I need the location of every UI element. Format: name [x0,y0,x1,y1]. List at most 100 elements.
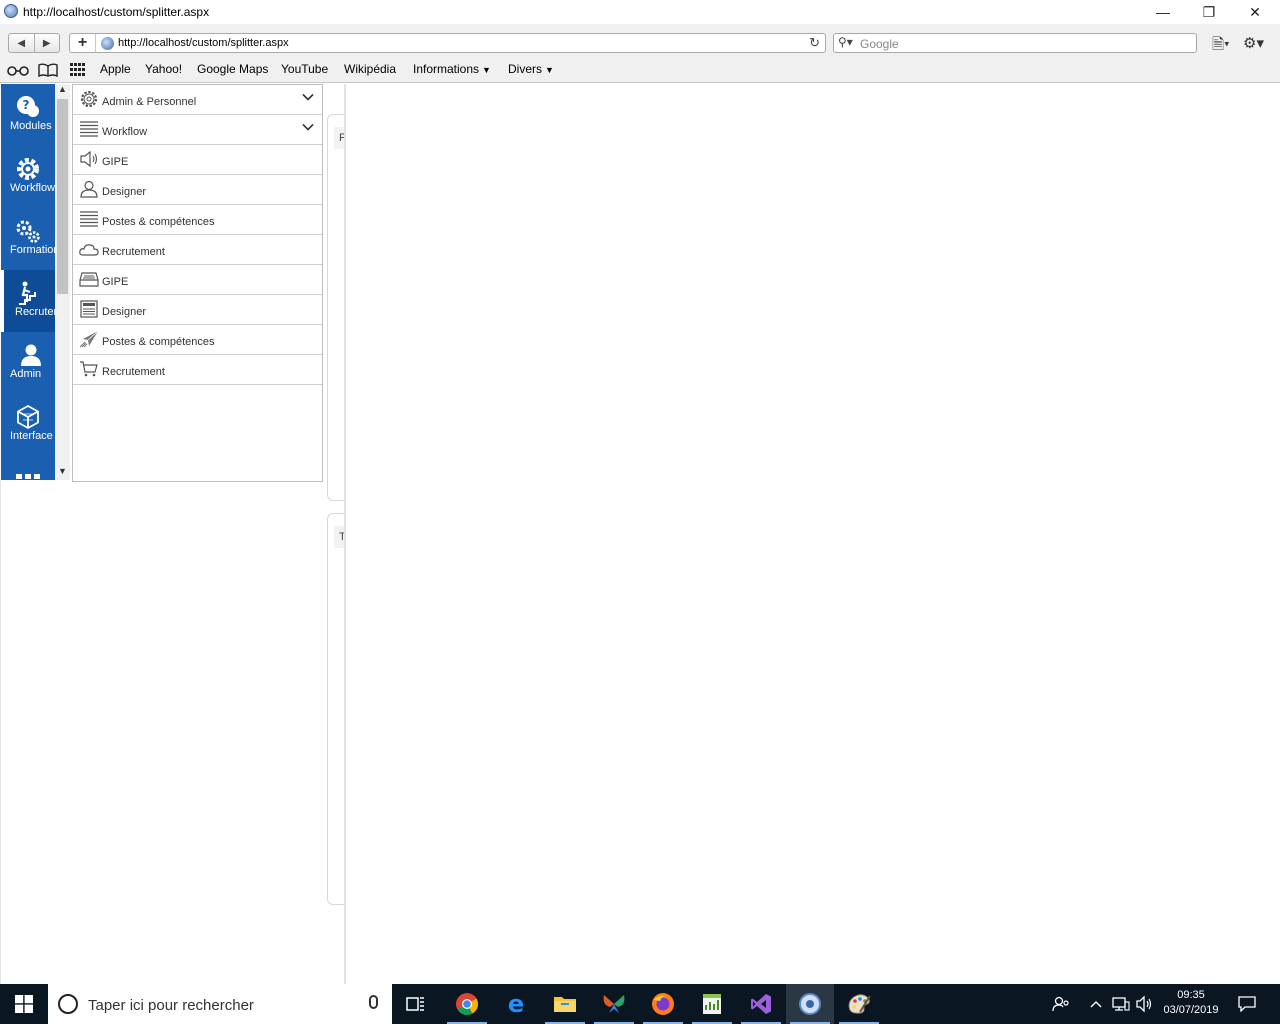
app-butterfly-icon[interactable] [590,984,638,1024]
cogs-icon [15,218,41,244]
module-label: Formation [10,244,55,256]
clock-date: 03/07/2019 [1163,1004,1219,1016]
splitter-bar[interactable] [344,84,346,984]
menu-item-postes-competences-2[interactable]: Postes & compétences [73,325,322,355]
new-tab-button[interactable]: + [70,34,96,52]
collapsed-panel-bottom[interactable]: T [327,513,346,905]
minimize-button[interactable]: — [1140,0,1186,24]
module-label: Modules [10,120,52,132]
search-engine-icon[interactable]: ⚲▾ [838,35,853,49]
browser-window: http://localhost/custom/splitter.aspx — … [0,0,1280,1024]
bookmark-apple[interactable]: Apple [100,62,131,76]
page-menu-button[interactable]: 🗎▾ [1212,34,1230,59]
file-explorer-icon[interactable] [541,984,589,1024]
edge-icon[interactable]: e [492,984,540,1024]
taskbar-search-input[interactable]: Taper ici pour rechercher [88,997,254,1014]
menu-item-designer[interactable]: Designer [73,175,322,205]
module-sidebar-scrollbar[interactable]: ▲ ▼ [55,84,70,480]
bookmark-folder-divers[interactable]: Divers ▼ [508,62,554,76]
book-icon[interactable] [38,63,58,80]
module-interface[interactable]: Interface [1,394,55,456]
chrome-icon[interactable] [443,984,491,1024]
list-icon [80,121,98,137]
menu-item-gipe[interactable]: GIPE [73,145,322,175]
browser-globe-icon [4,4,18,18]
cube-icon [15,404,41,430]
spreadsheet-icon[interactable] [688,984,736,1024]
search-box[interactable]: ⚲▾ Google [833,33,1197,53]
restore-button[interactable]: ❐ [1186,0,1232,24]
maxthon-browser-icon[interactable] [786,984,834,1024]
chevron-down-icon[interactable] [302,121,314,133]
cart-icon [80,361,98,377]
people-icon[interactable] [1050,984,1072,1024]
module-label: Workflow [10,182,55,194]
firefox-icon[interactable] [639,984,687,1024]
menu-item-designer-2[interactable]: Designer [73,295,322,325]
network-icon[interactable] [1110,984,1132,1024]
paper-plane-icon [79,330,99,348]
menu-item-gipe-2[interactable]: GIPE [73,265,322,295]
scroll-up-button[interactable]: ▲ [55,84,70,98]
menu-item-workflow[interactable]: Workflow [73,115,322,145]
tools-menu-button[interactable]: ⚙▾ [1243,34,1264,52]
volume-icon[interactable] [1134,984,1156,1024]
module-partial[interactable] [1,456,55,480]
speaker-icon [80,150,98,168]
org-chart-icon [15,466,41,480]
visual-studio-icon[interactable] [737,984,785,1024]
clock-time: 09:35 [1177,989,1205,1001]
module-modules[interactable]: ? Modules [1,84,55,146]
reading-glasses-icon[interactable] [7,63,29,80]
module-recrutement[interactable]: Recrutement [1,270,55,332]
menu-item-postes-competences[interactable]: Postes & compétences [73,205,322,235]
module-sidebar: ? Modules Workflow Formation Recrutement [1,84,55,480]
cloud-icon [79,244,99,256]
paint-icon[interactable] [835,984,883,1024]
back-button[interactable]: ◀ [9,34,35,52]
list-icon [80,211,98,227]
bookmark-wikipedia[interactable]: Wikipédia [344,62,396,76]
module-label: Recrutement [15,306,55,318]
reload-button[interactable]: ↻ [809,35,820,51]
module-admin[interactable]: Admin [1,332,55,394]
forward-button[interactable]: ▶ [35,34,60,52]
scroll-down-button[interactable]: ▼ [55,466,70,480]
module-formation[interactable]: Formation [1,208,55,270]
module-label: Admin [10,368,42,380]
bookmark-youtube[interactable]: YouTube [281,62,328,76]
apps-grid-icon[interactable] [70,63,86,80]
dropdown-arrow-icon: ▼ [482,65,491,75]
menu-item-label: Postes & compétences [102,336,215,348]
chevron-down-icon[interactable] [302,91,314,103]
bookmark-folder-informations[interactable]: Informations ▼ [413,62,491,76]
task-view-icon[interactable] [392,984,440,1024]
address-input[interactable]: http://localhost/custom/splitter.aspx [118,37,289,49]
taskbar-search[interactable]: Taper ici pour rechercher [48,984,392,1024]
stairs-person-icon [15,280,41,306]
address-bar[interactable]: + http://localhost/custom/splitter.aspx … [69,33,826,53]
start-button[interactable] [0,984,48,1024]
svg-text:e: e [508,992,524,1016]
menu-item-label: GIPE [102,276,129,288]
show-hidden-icons-icon[interactable] [1088,984,1104,1024]
user-icon [18,342,44,368]
bookmark-google-maps[interactable]: Google Maps [197,62,268,76]
collapsed-panel-top[interactable]: F [327,114,346,501]
microphone-icon[interactable] [369,995,378,1009]
module-workflow[interactable]: Workflow [1,146,55,208]
person-icon [80,180,98,198]
system-clock[interactable]: 09:35 03/07/2019 [1158,988,1224,1018]
newspaper-icon [80,300,98,318]
search-input[interactable]: Google [860,37,899,51]
menu-item-recrutement[interactable]: Recrutement [73,235,322,265]
close-button[interactable]: ✕ [1232,0,1278,24]
menu-item-admin-personnel[interactable]: Admin & Personnel [73,85,322,115]
bookmark-yahoo[interactable]: Yahoo! [145,62,182,76]
scroll-thumb[interactable] [57,99,68,294]
navigation-menu: Admin & Personnel Workflow GIPE Designer… [72,84,323,482]
menu-item-recrutement-2[interactable]: Recrutement [73,355,322,385]
page-left-border [0,480,1,984]
cortana-icon [58,994,78,1014]
action-center-icon[interactable] [1232,984,1262,1024]
